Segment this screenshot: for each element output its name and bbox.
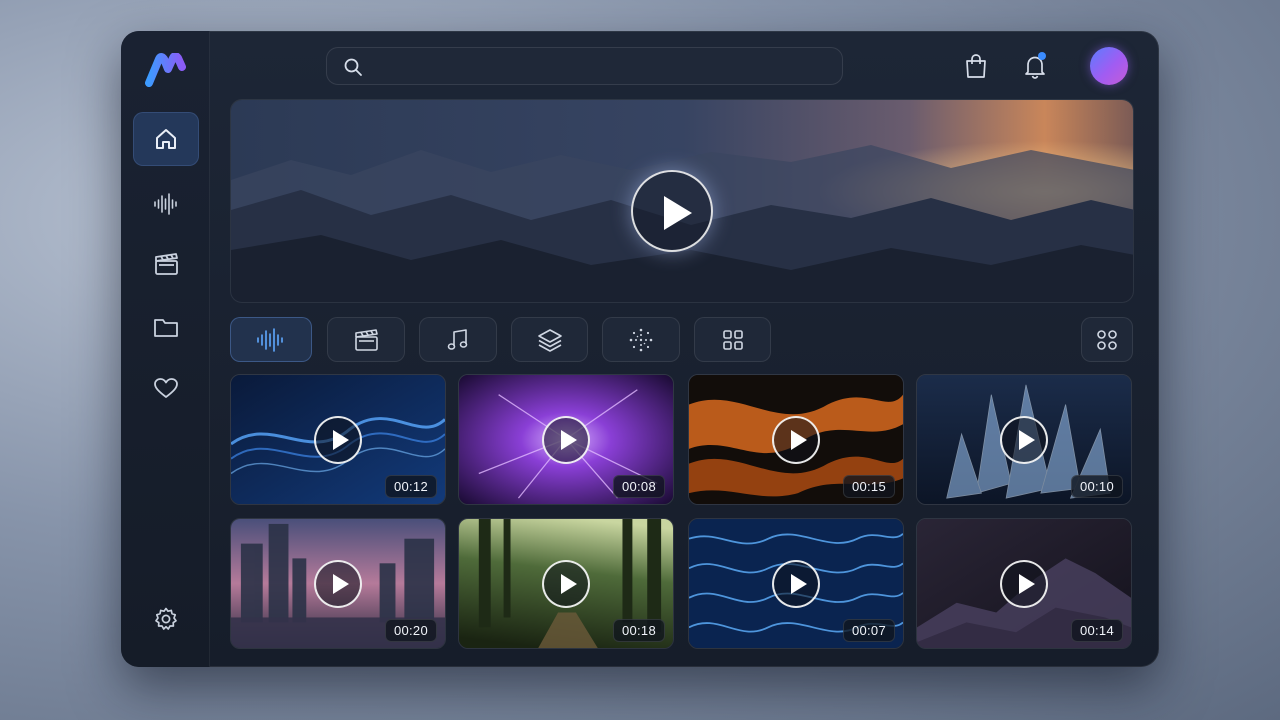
clapperboard-icon [355,328,378,351]
video-duration: 00:15 [842,475,895,498]
layers-icon [537,328,562,352]
play-button[interactable] [542,560,590,608]
play-button[interactable] [314,416,362,464]
video-card[interactable]: 00:10 [916,374,1132,505]
play-button[interactable] [1000,560,1048,608]
video-duration: 00:08 [612,475,665,498]
video-card[interactable]: 00:12 [230,374,446,505]
video-duration: 00:20 [384,619,437,642]
audio-wave-icon [257,327,283,352]
sidebar-item-favorites[interactable] [133,361,199,415]
video-card[interactable]: 00:08 [458,374,674,505]
view-toggle-button[interactable] [1081,317,1133,362]
app-logo[interactable] [145,53,187,87]
hero-play-button[interactable] [631,170,713,252]
play-button[interactable] [772,416,820,464]
filter-video[interactable] [327,317,405,362]
user-avatar[interactable] [1090,47,1128,85]
particles-icon [629,328,653,351]
shop-button[interactable] [961,51,991,81]
video-duration: 00:10 [1070,475,1123,498]
settings-button[interactable] [133,592,199,646]
video-card[interactable]: 00:18 [458,518,674,649]
notification-dot [1038,52,1046,60]
shopping-bag-icon [966,54,986,78]
video-card[interactable]: 00:14 [916,518,1132,649]
heart-icon [154,378,178,398]
filter-layers[interactable] [511,317,588,362]
sidebar-item-home[interactable] [133,112,199,166]
grid-icon [1097,329,1117,350]
play-button[interactable] [772,560,820,608]
search-input[interactable] [373,48,833,84]
sidebar-item-folders[interactable] [133,300,199,354]
filter-particles[interactable] [602,317,680,362]
sidebar-item-videos[interactable] [133,237,199,291]
home-icon [156,129,176,149]
video-card[interactable]: 00:07 [688,518,904,649]
search-bar[interactable] [326,47,843,85]
sidebar-item-audio[interactable] [133,177,199,231]
filter-grid[interactable] [694,317,771,362]
filter-music[interactable] [419,317,497,362]
folder-icon [154,319,178,337]
music-note-icon [447,328,468,350]
play-button[interactable] [542,416,590,464]
app-window: 00:12 00:08 00:15 00:10 00:20 00:18 00:0… [121,31,1159,667]
video-card[interactable]: 00:15 [688,374,904,505]
grid-icon [722,329,743,350]
audio-wave-icon [154,193,177,215]
video-card[interactable]: 00:20 [230,518,446,649]
play-button[interactable] [1000,416,1048,464]
featured-player[interactable] [230,99,1134,303]
search-icon [344,58,362,76]
video-duration: 00:14 [1070,619,1123,642]
clapperboard-icon [155,253,178,275]
notifications-button[interactable] [1020,51,1050,81]
video-duration: 00:18 [612,619,665,642]
video-duration: 00:07 [842,619,895,642]
sidebar [121,31,210,667]
play-button[interactable] [314,560,362,608]
gear-icon [155,607,177,630]
filter-audio[interactable] [230,317,312,362]
video-duration: 00:12 [384,475,437,498]
